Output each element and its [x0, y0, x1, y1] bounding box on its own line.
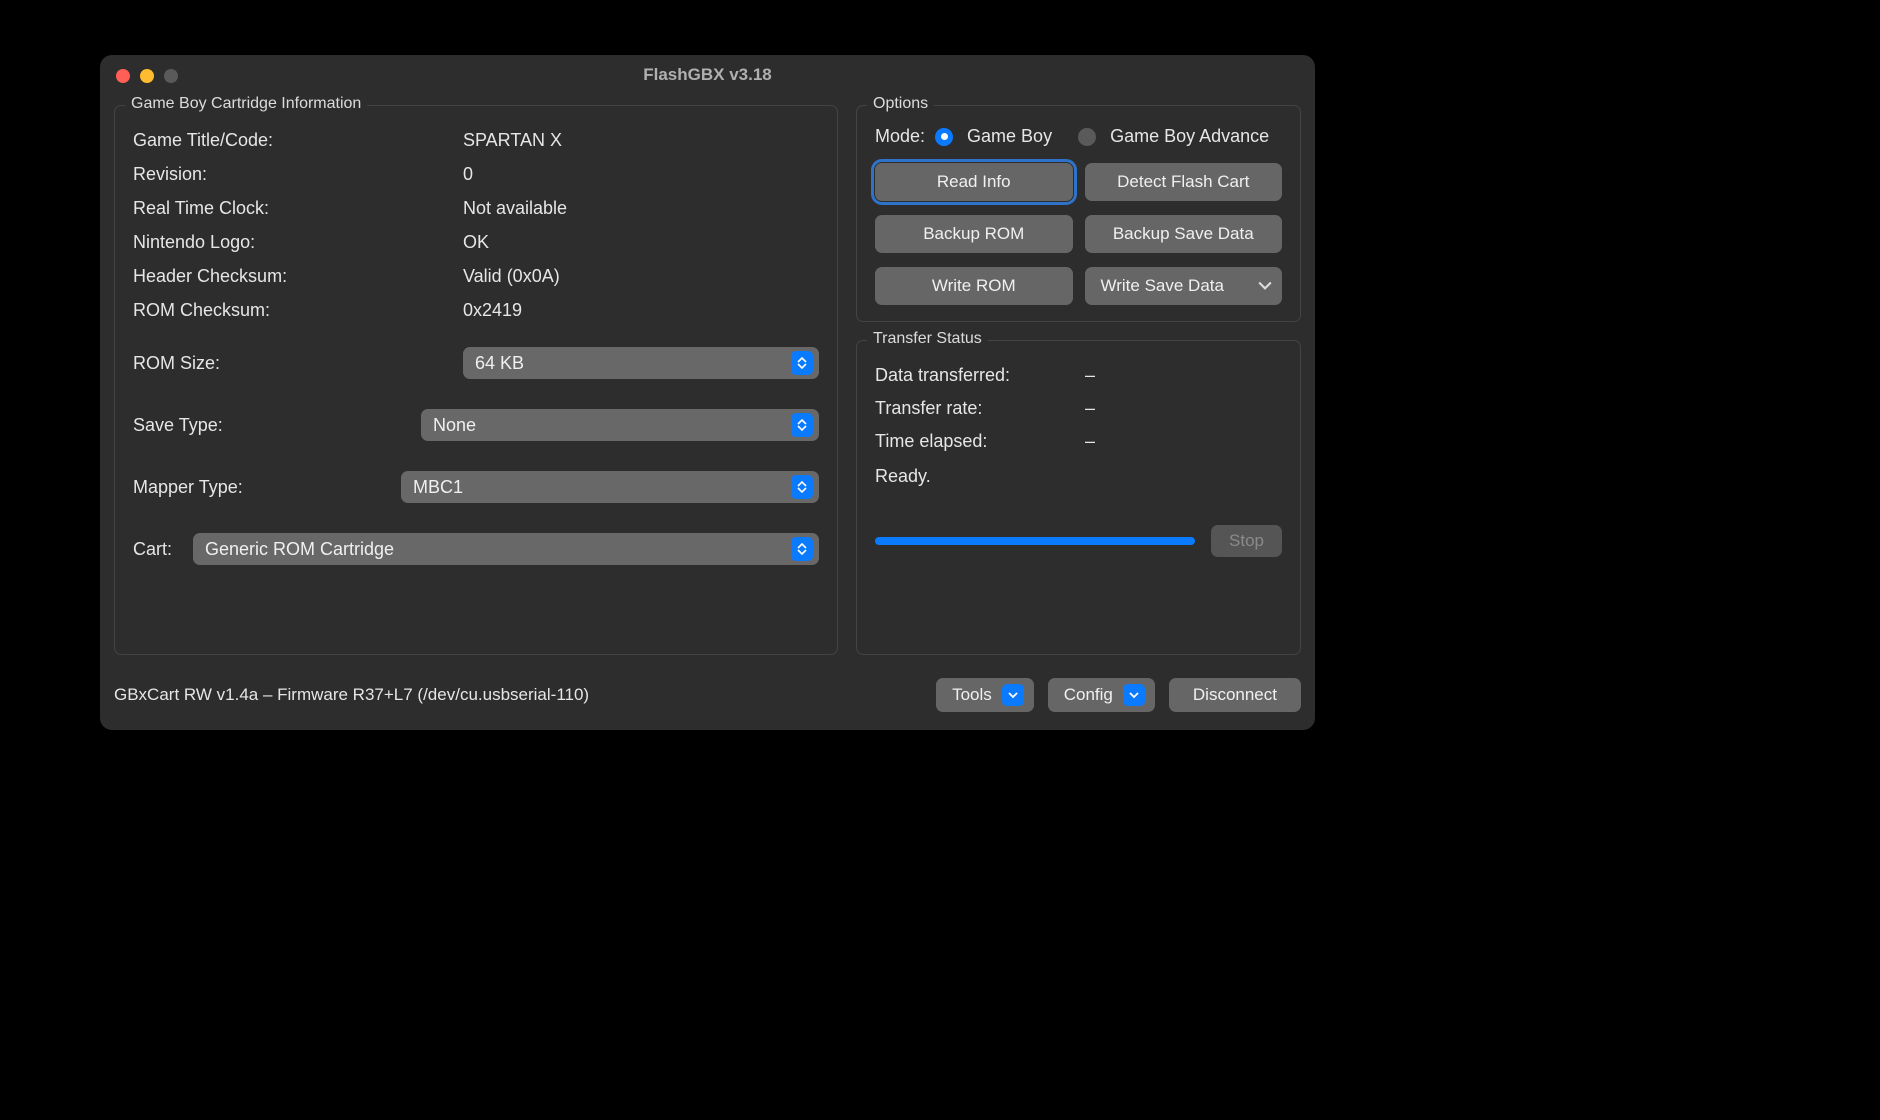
app-window: FlashGBX v3.18 Game Boy Cartridge Inform… — [100, 55, 1315, 730]
stop-button[interactable]: Stop — [1211, 525, 1282, 557]
time-elapsed-value: – — [1085, 431, 1282, 452]
updown-icon — [791, 537, 813, 561]
detect-flash-cart-button[interactable]: Detect Flash Cart — [1085, 163, 1283, 201]
config-button[interactable]: Config — [1048, 678, 1155, 712]
mode-gb-radio[interactable] — [935, 128, 953, 146]
chevron-down-icon — [1258, 279, 1272, 293]
rom-size-value: 64 KB — [475, 353, 791, 374]
data-transferred-value: – — [1085, 365, 1282, 386]
save-type-select[interactable]: None — [421, 409, 819, 441]
options-title: Options — [867, 95, 934, 113]
time-elapsed-label: Time elapsed: — [875, 431, 1085, 452]
rtc-value: Not available — [463, 198, 819, 219]
cart-select[interactable]: Generic ROM Cartridge — [193, 533, 819, 565]
rom-checksum-value: 0x2419 — [463, 300, 819, 321]
mapper-type-select[interactable]: MBC1 — [401, 471, 819, 503]
mode-gba-label[interactable]: Game Boy Advance — [1110, 126, 1269, 147]
nintendo-logo-value: OK — [463, 232, 819, 253]
transfer-rate-label: Transfer rate: — [875, 398, 1085, 419]
cart-label: Cart: — [133, 539, 193, 560]
save-type-label: Save Type: — [133, 415, 421, 436]
mapper-type-label: Mapper Type: — [133, 477, 401, 498]
mode-label: Mode: — [875, 126, 925, 147]
backup-save-data-button[interactable]: Backup Save Data — [1085, 215, 1283, 253]
write-save-data-button[interactable]: Write Save Data — [1085, 267, 1283, 305]
mode-gb-label[interactable]: Game Boy — [967, 126, 1052, 147]
cartridge-info-panel: Game Boy Cartridge Information Game Titl… — [114, 105, 838, 655]
revision-label: Revision: — [133, 164, 463, 185]
device-status: GBxCart RW v1.4a – Firmware R37+L7 (/dev… — [114, 685, 936, 705]
backup-rom-button[interactable]: Backup ROM — [875, 215, 1073, 253]
data-transferred-label: Data transferred: — [875, 365, 1085, 386]
updown-icon — [791, 475, 813, 499]
disconnect-button[interactable]: Disconnect — [1169, 678, 1301, 712]
transfer-status-panel: Transfer Status Data transferred: – Tran… — [856, 340, 1301, 655]
game-title-value: SPARTAN X — [463, 130, 819, 151]
save-type-value: None — [433, 415, 791, 436]
header-checksum-label: Header Checksum: — [133, 266, 463, 287]
rom-size-select[interactable]: 64 KB — [463, 347, 819, 379]
tools-button[interactable]: Tools — [936, 678, 1034, 712]
titlebar: FlashGBX v3.18 — [100, 55, 1315, 95]
ready-status: Ready. — [875, 466, 1282, 487]
rom-checksum-label: ROM Checksum: — [133, 300, 463, 321]
header-checksum-value: Valid (0x0A) — [463, 266, 819, 287]
chevron-down-icon — [1002, 684, 1024, 706]
cart-value: Generic ROM Cartridge — [205, 539, 791, 560]
read-info-button[interactable]: Read Info — [875, 163, 1073, 201]
nintendo-logo-label: Nintendo Logo: — [133, 232, 463, 253]
transfer-rate-value: – — [1085, 398, 1282, 419]
footer-bar: GBxCart RW v1.4a – Firmware R37+L7 (/dev… — [114, 678, 1301, 712]
cartridge-info-title: Game Boy Cartridge Information — [125, 95, 367, 113]
chevron-down-icon — [1123, 684, 1145, 706]
rtc-label: Real Time Clock: — [133, 198, 463, 219]
transfer-status-title: Transfer Status — [867, 330, 988, 348]
mapper-type-value: MBC1 — [413, 477, 791, 498]
options-panel: Options Mode: Game Boy Game Boy Advance … — [856, 105, 1301, 322]
write-rom-button[interactable]: Write ROM — [875, 267, 1073, 305]
game-title-label: Game Title/Code: — [133, 130, 463, 151]
rom-size-label: ROM Size: — [133, 353, 463, 374]
window-title: FlashGBX v3.18 — [100, 65, 1315, 85]
progress-bar — [875, 537, 1195, 545]
updown-icon — [791, 351, 813, 375]
updown-icon — [791, 413, 813, 437]
revision-value: 0 — [463, 164, 819, 185]
mode-gba-radio[interactable] — [1078, 128, 1096, 146]
